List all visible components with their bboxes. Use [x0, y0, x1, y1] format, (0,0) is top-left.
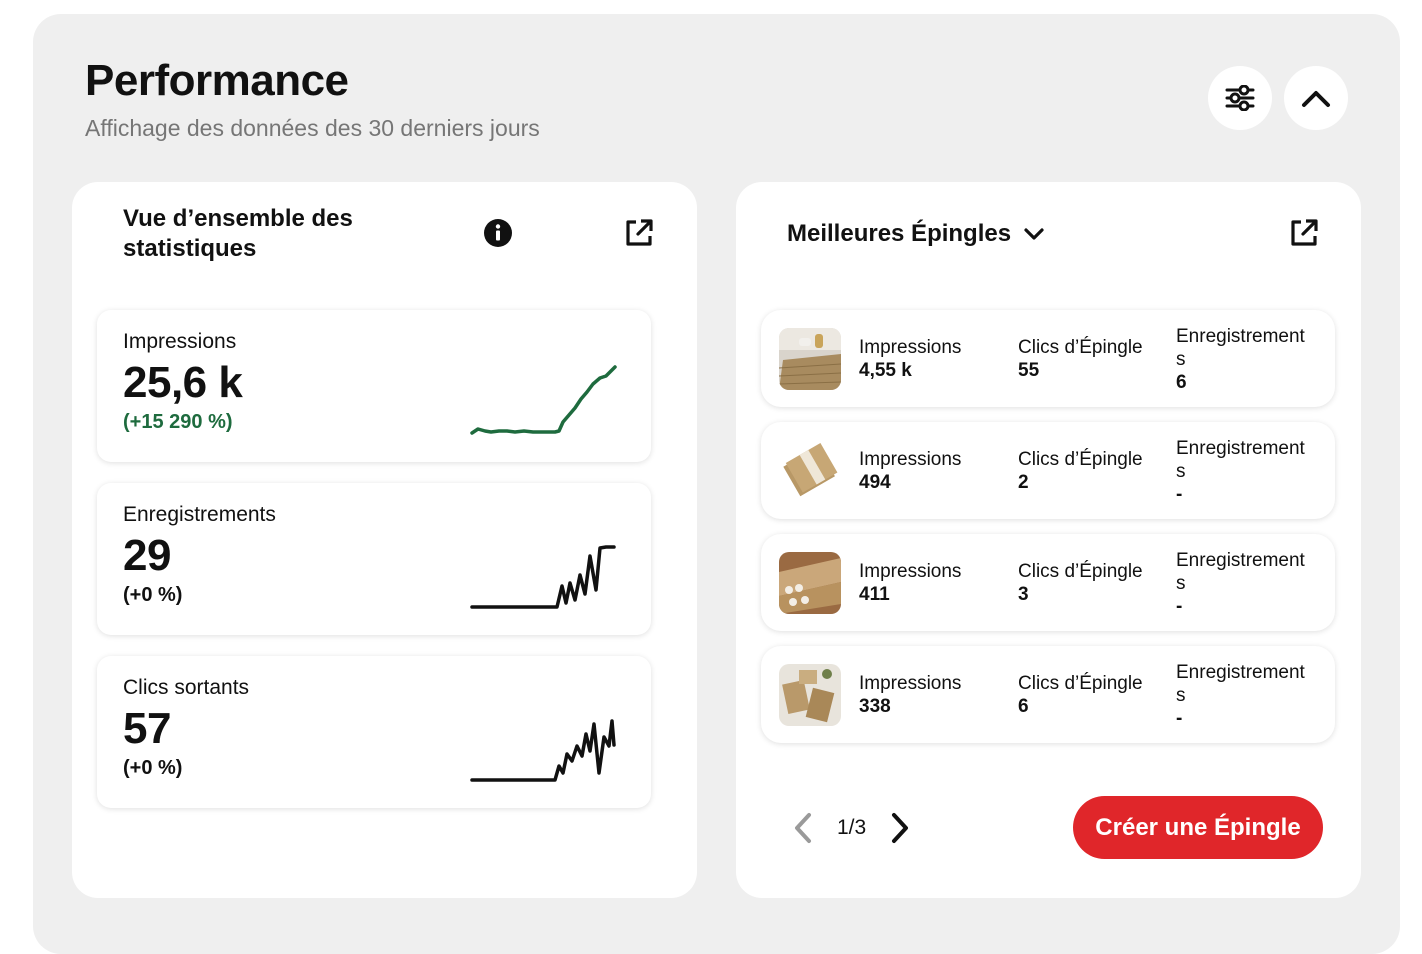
info-icon	[484, 219, 512, 247]
stat-card-outbound-clicks[interactable]: Clics sortants 57 (+0 %)	[97, 656, 651, 808]
metric-label: Enregistrement	[1176, 550, 1305, 571]
stat-value: 29	[123, 531, 171, 580]
pin-clicks: Clics d’Épingle 55	[1018, 336, 1143, 382]
metric-value: 411	[859, 584, 890, 605]
metric-label-wrap: s	[1176, 685, 1186, 706]
stats-overview-card: Vue d’ensemble des statistiques Impressi…	[72, 182, 697, 898]
metric-label-wrap: s	[1176, 349, 1186, 370]
stat-change: (+0 %)	[123, 584, 183, 606]
external-link-icon	[1291, 219, 1318, 246]
pin-saves: Enregistrement s -	[1176, 437, 1326, 506]
pin-clicks: Clics d’Épingle 2	[1018, 448, 1143, 494]
pin-thumbnail	[779, 440, 841, 502]
metric-value: 2	[1018, 472, 1029, 493]
pin-row[interactable]: Impressions 4,55 k Clics d’Épingle 55 Enre…	[761, 310, 1335, 407]
stat-change: (+0 %)	[123, 757, 183, 779]
stat-change: (+15 290 %)	[123, 411, 233, 433]
metric-value: 494	[859, 472, 891, 493]
metric-label: Clics d’Épingle	[1018, 337, 1143, 358]
pin-impressions: Impressions 4,55 k	[859, 336, 961, 382]
pin-saves: Enregistrement s 6	[1176, 325, 1326, 394]
filter-sliders-icon	[1225, 85, 1255, 111]
external-link-icon	[626, 219, 653, 246]
stat-card-saves[interactable]: Enregistrements 29 (+0 %)	[97, 483, 651, 635]
chevron-left-icon[interactable]	[791, 812, 817, 844]
pin-thumbnail	[779, 664, 841, 726]
metric-label: Enregistrement	[1176, 662, 1305, 683]
stat-label: Enregistrements	[123, 503, 276, 526]
page-title: Performance	[85, 56, 349, 105]
pin-clicks: Clics d’Épingle 6	[1018, 672, 1143, 718]
top-pins-card: Meilleures Épingles Impressions 4,55 k C…	[736, 182, 1361, 898]
top-pins-open-button[interactable]	[1289, 218, 1319, 248]
overview-title: Vue d’ensemble des statistiques	[123, 205, 353, 262]
stat-label: Impressions	[123, 330, 237, 353]
top-pins-title: Meilleures Épingles	[787, 220, 1012, 247]
metric-value: 55	[1018, 360, 1040, 381]
stat-value: 57	[123, 704, 171, 753]
chevron-up-icon	[1302, 91, 1330, 107]
page-indicator: 1/3	[837, 816, 867, 839]
create-pin-button[interactable]: Créer une Épingle	[1073, 796, 1323, 859]
pin-saves: Enregistrement s -	[1176, 661, 1326, 730]
filter-button[interactable]	[1208, 66, 1272, 130]
pin-impressions: Impressions 494	[859, 448, 961, 494]
metric-label-wrap: s	[1176, 461, 1186, 482]
metric-value: -	[1176, 596, 1183, 617]
metric-label: Clics d’Épingle	[1018, 561, 1143, 582]
stat-label: Clics sortants	[123, 676, 250, 699]
performance-panel: Performance Affichage des données des 30…	[33, 14, 1400, 954]
pin-thumbnail	[779, 328, 841, 390]
pin-clicks: Clics d’Épingle 3	[1018, 560, 1143, 606]
metric-value: 3	[1018, 584, 1029, 605]
pin-row[interactable]: Impressions 411 Clics d’Épingle 3 Enregist…	[761, 534, 1335, 631]
metric-label: Impressions	[859, 337, 962, 358]
metric-label: Impressions	[859, 673, 962, 694]
info-button[interactable]	[483, 218, 513, 248]
top-pins-dropdown[interactable]: Meilleures Épingles	[787, 219, 1045, 249]
pin-row[interactable]: Impressions 494 Clics d’Épingle 2 Enregist…	[761, 422, 1335, 519]
metric-label: Enregistrement	[1176, 326, 1305, 347]
pin-impressions: Impressions 338	[859, 672, 961, 718]
metric-label: Clics d’Épingle	[1018, 449, 1143, 470]
metric-label: Impressions	[859, 561, 962, 582]
overview-open-button[interactable]	[624, 218, 654, 248]
metric-value: -	[1176, 708, 1183, 729]
metric-value: 4,55 k	[859, 360, 912, 381]
metric-label: Clics d’Épingle	[1018, 673, 1143, 694]
metric-label-wrap: s	[1176, 573, 1186, 594]
metric-value: 338	[859, 696, 891, 717]
collapse-button[interactable]	[1284, 66, 1348, 130]
page-subtitle: Affichage des données des 30 derniers jo…	[85, 115, 540, 141]
pagination: 1/3	[791, 812, 912, 844]
outbound-clicks-sparkline	[470, 719, 616, 782]
metric-value: 6	[1018, 696, 1029, 717]
metric-value: -	[1176, 484, 1183, 505]
pin-thumbnail	[779, 552, 841, 614]
stat-card-impressions[interactable]: Impressions 25,6 k (+15 290 %)	[97, 310, 651, 462]
metric-label: Enregistrement	[1176, 438, 1305, 459]
pin-saves: Enregistrement s -	[1176, 549, 1326, 618]
stat-value: 25,6 k	[123, 358, 243, 407]
chevron-down-icon	[1024, 228, 1044, 240]
metric-value: 6	[1176, 372, 1187, 393]
pin-impressions: Impressions 411	[859, 560, 961, 606]
pin-row[interactable]: Impressions 338 Clics d’Épingle 6 Enregist…	[761, 646, 1335, 743]
metric-label: Impressions	[859, 449, 962, 470]
saves-sparkline	[470, 545, 616, 609]
impressions-sparkline	[470, 365, 617, 435]
chevron-right-icon[interactable]	[886, 812, 912, 844]
